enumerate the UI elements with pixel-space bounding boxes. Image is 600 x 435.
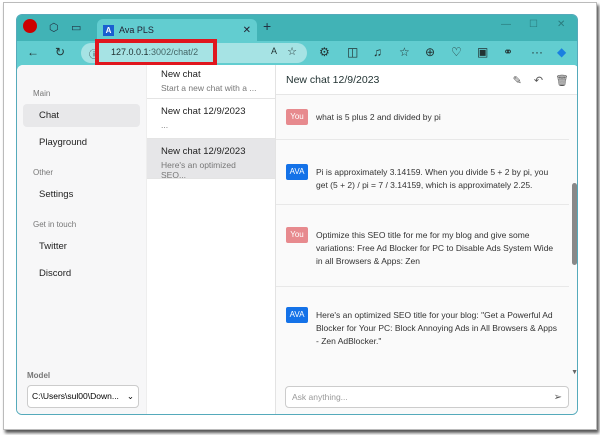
chevron-down-icon: ⌄: [126, 391, 134, 401]
back-icon[interactable]: ←: [27, 45, 39, 59]
model-picker: Model C:\Users\sul00\Down... ⌄: [27, 371, 139, 408]
chat-list-item[interactable]: New chat 12/9/2023 Here's an optimized SE…: [147, 139, 275, 180]
chat-header: New chat 12/9/2023 ✎ ↶ 🗑: [276, 65, 577, 95]
tab-actions-icon[interactable]: ▭: [71, 21, 81, 34]
favorites-icon[interactable]: ☆: [399, 45, 410, 59]
sidebar-item-discord[interactable]: Discord: [23, 262, 140, 285]
sidebar-item-chat[interactable]: Chat: [23, 104, 140, 127]
model-select[interactable]: C:\Users\sul00\Down... ⌄: [27, 385, 139, 408]
favicon-icon: A: [103, 24, 114, 36]
toolbar: ← ↻ 127.0.0.1:3002/chat/2 ⓘ A ☆ ⚙ ◫ ♫ ☆ …: [17, 39, 577, 66]
section-get-in-touch: Get in touch: [33, 220, 77, 229]
send-icon[interactable]: ➢: [554, 392, 562, 403]
chat-title: New chat 12/9/2023: [161, 106, 246, 117]
shopping-icon[interactable]: ▣: [477, 45, 488, 59]
message-text: Here's an optimized SEO title for your b…: [316, 310, 557, 346]
tab-ava-pls[interactable]: A Ava PLS ✕: [97, 19, 257, 41]
profile-icon[interactable]: ⚭: [503, 45, 513, 59]
browser-window: ⬡ ▭ A Ava PLS ✕ + — ☐ ✕ ← ↻ 127.0.0.1:30…: [16, 14, 578, 415]
avatar: AVA: [286, 307, 308, 323]
media-icon[interactable]: ♫: [373, 45, 382, 59]
minimize-icon[interactable]: —: [501, 19, 511, 30]
message: AVA Here's an optimized SEO title for you…: [276, 287, 569, 360]
avatar: You: [286, 227, 308, 243]
collections-icon[interactable]: ⊕: [425, 45, 435, 59]
chat-snippet: ...: [161, 120, 169, 130]
favorite-star-icon[interactable]: ☆: [287, 45, 297, 58]
chat-title-heading: New chat 12/9/2023: [286, 74, 380, 86]
message-text: what is 5 plus 2 and divided by pi: [316, 112, 441, 122]
scroll-down-arrow-icon[interactable]: ▼: [571, 369, 577, 376]
message-list: You what is 5 plus 2 and divided by pi AV…: [276, 95, 569, 380]
section-other: Other: [33, 168, 54, 177]
read-aloud-icon[interactable]: A: [271, 46, 277, 56]
maximize-icon[interactable]: ☐: [529, 19, 538, 30]
tab-title: Ava PLS: [119, 25, 154, 35]
more-icon[interactable]: ···: [531, 45, 543, 59]
chat-list: New chat Start a new chat with a ... New …: [146, 65, 276, 414]
sidebar-item-settings[interactable]: Settings: [23, 183, 140, 206]
section-main: Main: [33, 89, 51, 98]
trash-icon[interactable]: 🗑: [555, 74, 569, 87]
message-text: Optimize this SEO title for me for my bl…: [316, 230, 554, 266]
avatar: AVA: [286, 164, 308, 180]
undo-icon[interactable]: ↶: [534, 74, 543, 87]
new-tab-icon[interactable]: +: [263, 18, 271, 34]
extension-icon[interactable]: [23, 19, 37, 33]
health-icon[interactable]: ♡: [451, 45, 462, 59]
message: You Optimize this SEO title for me for my…: [276, 205, 569, 287]
copilot-icon[interactable]: ◆: [557, 45, 566, 59]
message: You what is 5 plus 2 and divided by pi: [276, 95, 569, 140]
workspaces-icon[interactable]: ⬡: [49, 21, 59, 34]
scrollbar-thumb[interactable]: [572, 183, 577, 265]
chat-list-item[interactable]: New chat 12/9/2023...: [147, 99, 275, 139]
input-placeholder: Ask anything...: [292, 392, 348, 402]
message: AVA Pi is approximately 3.14159. When you…: [276, 140, 569, 205]
sidebar-item-playground[interactable]: Playground: [23, 131, 140, 154]
avatar: You: [286, 109, 308, 125]
sidebar: Main Chat Playground Other Settings Get …: [17, 65, 146, 414]
split-screen-icon[interactable]: ◫: [347, 45, 358, 59]
sidebar-item-twitter[interactable]: Twitter: [23, 235, 140, 258]
ask-input[interactable]: Ask anything... ➢: [285, 386, 569, 408]
edit-icon[interactable]: ✎: [513, 74, 522, 87]
chat-list-item[interactable]: New chat Start a new chat with a ...: [147, 65, 275, 99]
model-value: C:\Users\sul00\Down...: [32, 391, 119, 401]
close-window-icon[interactable]: ✕: [557, 19, 565, 30]
refresh-icon[interactable]: ↻: [55, 45, 65, 59]
chat-snippet: Start a new chat with a ...: [161, 83, 257, 93]
chat-title: New chat: [161, 69, 201, 80]
message-text: Pi is approximately 3.14159. When you di…: [316, 167, 549, 190]
highlight-box: [95, 39, 217, 66]
extensions-icon[interactable]: ⚙: [319, 45, 330, 59]
app-content: Main Chat Playground Other Settings Get …: [17, 65, 577, 414]
tab-bar: ⬡ ▭ A Ava PLS ✕ + — ☐ ✕: [17, 15, 577, 41]
chat-snippet: Here's an optimized SEO...: [161, 160, 236, 180]
close-tab-icon[interactable]: ✕: [243, 25, 251, 36]
chat-panel: New chat 12/9/2023 ✎ ↶ 🗑 You what is 5 plus…: [276, 65, 577, 414]
chat-title: New chat 12/9/2023: [161, 146, 246, 157]
model-label: Model: [27, 371, 51, 380]
